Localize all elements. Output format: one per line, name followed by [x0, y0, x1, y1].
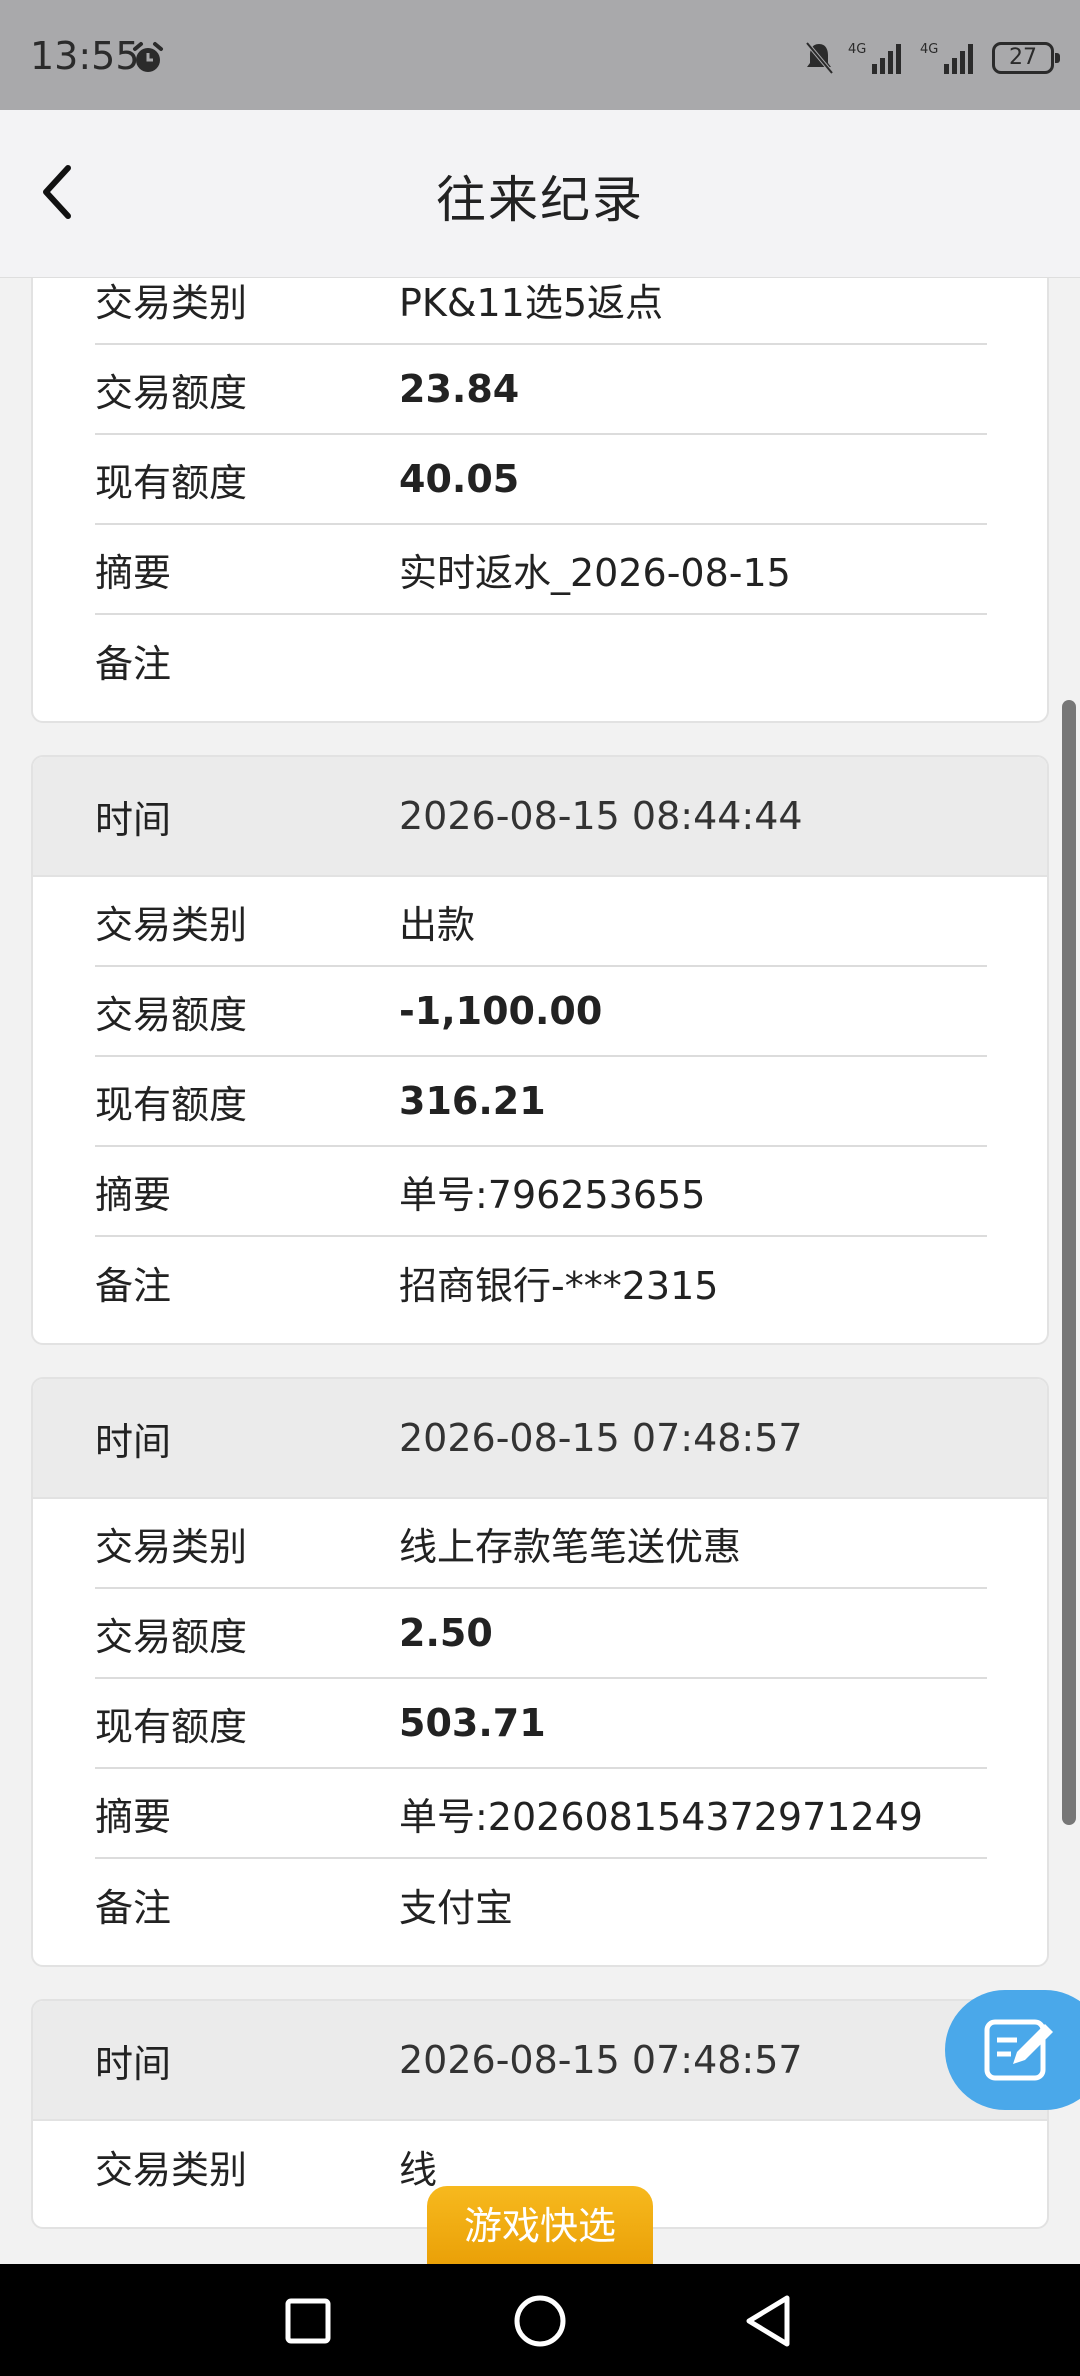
record-time-value: 2026-08-15 08:44:44: [399, 794, 803, 838]
record-details: 交易类别 PK&11选5返点交易额度 23.84 现有额度 40.05 摘要 实时返水_20…: [33, 278, 1047, 721]
record-field-label: 备注: [95, 641, 172, 686]
signal-4g-icon: 4G: [848, 42, 901, 74]
records-scroll-area[interactable]: 交易类别 PK&11选5返点交易额度 23.84 现有额度 40.05 摘要 实时返水_20…: [0, 278, 1080, 2264]
record-field-row: 备注: [95, 615, 987, 705]
record-field-row: 备注 招商银行-***2315: [95, 1237, 987, 1327]
triangle-back-icon[interactable]: [735, 2286, 805, 2356]
record-field-label: 交易额度: [95, 992, 248, 1037]
record-field-value: 23.84: [399, 367, 520, 411]
record-field-row: 交易类别 PK&11选5返点: [95, 278, 987, 345]
record-field-value: 503.71: [399, 1701, 546, 1745]
record-field-label: 备注: [95, 1885, 172, 1930]
alarm-icon: [133, 42, 163, 72]
record-field-row: 现有额度 503.71: [95, 1679, 987, 1769]
record-field-label: 交易类别: [95, 1524, 248, 1569]
battery-indicator: 27: [992, 42, 1060, 74]
record-field-row: 摘要 单号:202608154372971249: [95, 1769, 987, 1859]
record-field-value: 出款: [399, 902, 476, 947]
record-details: 交易类别 线上存款笔笔送优惠交易额度 2.50 现有额度 503.71 摘要 单号:2026…: [33, 1499, 1047, 1965]
edit-icon: [984, 2019, 1053, 2081]
record-field-label: 交易类别: [95, 2147, 248, 2192]
floating-edit-button[interactable]: [945, 1990, 1080, 2110]
record-field-label: 现有额度: [95, 1704, 248, 1749]
record-field-row: 交易类别 出款: [95, 877, 987, 967]
system-nav-bar: [0, 2264, 1080, 2376]
record-time-row: 时间 2026-08-15 07:48:57: [33, 2001, 1047, 2121]
record-field-row: 交易额度 -1,100.00: [95, 967, 987, 1057]
page-title: 往来纪录: [436, 171, 644, 229]
mute-bell-icon: [805, 41, 834, 75]
record-card: 时间 2026-08-15 08:44:44 交易类别 出款交易额度 -1,100.00…: [31, 755, 1049, 1345]
svg-text:4G: 4G: [848, 42, 866, 57]
record-field-value: 316.21: [399, 1079, 546, 1123]
record-field-value: 2.50: [399, 1611, 493, 1655]
record-field-value: 线上存款笔笔送优惠: [399, 1524, 742, 1569]
record-field-value: 单号:796253655: [399, 1172, 706, 1217]
record-details: 交易类别 出款交易额度 -1,100.00 现有额度 316.21 摘要 单号:796253…: [33, 877, 1047, 1343]
signal-4g-icon-2: 4G: [920, 42, 973, 74]
record-field-label: 摘要: [95, 1172, 172, 1217]
record-field-label: 交易额度: [95, 370, 248, 415]
app-header: 往来纪录: [0, 110, 1080, 278]
record-field-row: 现有额度 316.21: [95, 1057, 987, 1147]
record-list: 交易类别 PK&11选5返点交易额度 23.84 现有额度 40.05 摘要 实时返水_20…: [31, 278, 1049, 2261]
status-icons: 4G 4G 27: [804, 38, 1060, 78]
record-field-label: 摘要: [95, 1794, 172, 1839]
record-field-label: 现有额度: [95, 1082, 248, 1127]
record-field-row: 交易额度 2.50: [95, 1589, 987, 1679]
record-field-row: 摘要 实时返水_2026-08-15: [95, 525, 987, 615]
record-field-value: 单号:202608154372971249: [399, 1794, 923, 1839]
status-bar: 13:55 4G 4G 27: [0, 0, 1080, 110]
record-field-label: 现有额度: [95, 460, 248, 505]
record-time-row: 时间 2026-08-15 07:48:57: [33, 1379, 1047, 1499]
record-field-row: 备注 支付宝: [95, 1859, 987, 1949]
record-field-label: 交易类别: [95, 280, 248, 325]
record-field-label: 备注: [95, 1263, 172, 1308]
square-icon[interactable]: [273, 2286, 343, 2356]
record-field-value: 实时返水_2026-08-15: [399, 550, 791, 595]
scrollbar[interactable]: [1062, 700, 1076, 1825]
record-field-value: PK&11选5返点: [399, 280, 663, 325]
svg-text:4G: 4G: [920, 42, 938, 57]
record-field-label: 交易额度: [95, 1614, 248, 1659]
status-time: 13:55: [30, 34, 140, 78]
record-field-value: 支付宝: [399, 1885, 514, 1930]
game-quick-select-button[interactable]: 游戏快选: [427, 2186, 653, 2266]
record-time-value: 2026-08-15 07:48:57: [399, 2038, 803, 2082]
record-field-value: -1,100.00: [399, 989, 603, 1033]
record-time-row: 时间 2026-08-15 08:44:44: [33, 757, 1047, 877]
record-field-value: 线: [399, 2147, 438, 2192]
record-card: 交易类别 PK&11选5返点交易额度 23.84 现有额度 40.05 摘要 实时返水_20…: [31, 278, 1049, 723]
record-time-label: 时间: [95, 1419, 172, 1464]
record-field-label: 交易类别: [95, 902, 248, 947]
record-field-row: 交易额度 23.84: [95, 345, 987, 435]
circle-icon[interactable]: [505, 2286, 575, 2356]
record-field-value: 招商银行-***2315: [399, 1263, 719, 1308]
record-field-label: 摘要: [95, 550, 172, 595]
record-time-label: 时间: [95, 2041, 172, 2086]
record-time-value: 2026-08-15 07:48:57: [399, 1416, 803, 1460]
record-card: 时间 2026-08-15 07:48:57 交易类别 线上存款笔笔送优惠交易额度 2.…: [31, 1377, 1049, 1967]
record-field-row: 摘要 单号:796253655: [95, 1147, 987, 1237]
record-field-row: 交易类别 线上存款笔笔送优惠: [95, 1499, 987, 1589]
record-field-row: 现有额度 40.05: [95, 435, 987, 525]
record-field-value: 40.05: [399, 457, 520, 501]
record-time-label: 时间: [95, 797, 172, 842]
